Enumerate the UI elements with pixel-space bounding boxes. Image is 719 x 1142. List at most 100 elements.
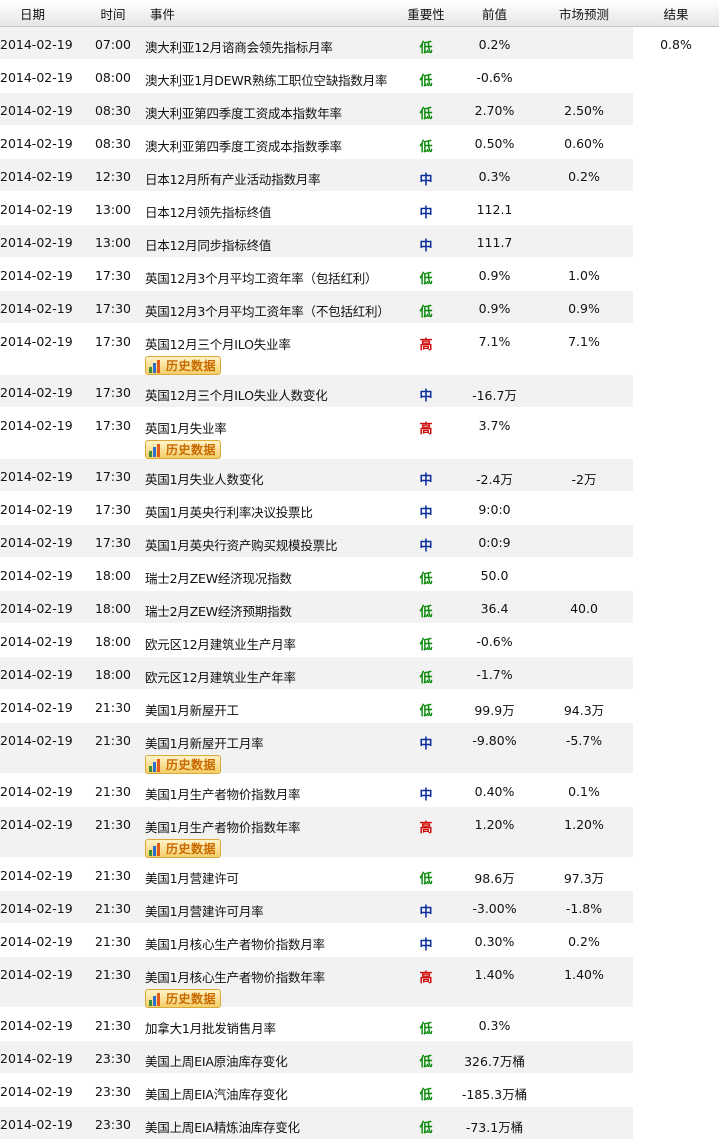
row-event: 英国12月三个月ILO失业率 历史数据 (138, 324, 398, 375)
row-time: 17:30 (88, 291, 138, 323)
row-importance: 中 (398, 375, 454, 407)
row-result (633, 1074, 719, 1106)
table-row: 2014-02-19 21:30 美国1月生产者物价指数月率 中 0.40% 0.1% (0, 774, 719, 807)
row-result (633, 126, 719, 158)
table-row: 2014-02-19 18:00 瑞士2月ZEW经济预期指数 低 36.4 40.0 (0, 591, 719, 624)
row-event: 瑞士2月ZEW经济现况指数 (138, 558, 398, 590)
row-result (633, 192, 719, 224)
importance-badge: 高 (419, 821, 433, 836)
row-event: 美国1月核心生产者物价指数年率 历史数据 (138, 957, 398, 1008)
table-row: 2014-02-19 17:30 英国1月英央行利率决议投票比 中 9:0:0 (0, 492, 719, 525)
header-date[interactable]: 日期 (0, 0, 88, 26)
row-forecast (535, 1074, 633, 1106)
row-event: 瑞士2月ZEW经济预期指数 (138, 591, 398, 623)
row-date: 2014-02-19 (0, 657, 88, 689)
row-time: 21:30 (88, 723, 138, 773)
history-data-button[interactable]: 历史数据 (145, 356, 221, 375)
row-event: 澳大利亚第四季度工资成本指数年率 (138, 93, 398, 125)
row-event: 美国1月生产者物价指数月率 (138, 774, 398, 806)
row-importance: 低 (398, 1074, 454, 1106)
row-previous: 0.9% (454, 291, 535, 323)
table-row: 2014-02-19 18:00 欧元区12月建筑业生产年率 低 -1.7% (0, 657, 719, 690)
row-forecast (535, 192, 633, 224)
row-time: 17:30 (88, 459, 138, 491)
history-data-label: 历史数据 (166, 359, 217, 373)
event-name: 美国上周EIA原油库存变化 (145, 1054, 288, 1069)
row-time: 21:30 (94, 868, 132, 883)
history-data-button[interactable]: 历史数据 (145, 839, 221, 858)
history-data-button[interactable]: 历史数据 (145, 440, 221, 459)
row-time: 21:30 (88, 957, 138, 1007)
bar-chart-icon (149, 758, 163, 772)
row-importance: 低 (398, 291, 454, 323)
importance-badge: 低 (419, 140, 433, 155)
importance-badge: 低 (419, 1088, 433, 1103)
row-previous: 9:0:0 (478, 502, 511, 517)
table-row: 2014-02-19 17:30 英国1月失业人数变化 中 -2.4万 -2万 (0, 459, 719, 492)
row-event: 澳大利亚12月谘商会领先指标月率 (138, 27, 398, 59)
row-previous: 0:0:9 (454, 525, 535, 557)
row-result (633, 93, 719, 125)
table-row: 2014-02-19 21:30 美国1月营建许可 低 98.6万 97.3万 (0, 858, 719, 891)
row-date: 2014-02-19 (0, 291, 88, 323)
table-row: 2014-02-19 21:30 美国1月新屋开工月率 历史数据中 -9.80% -5.7… (0, 723, 719, 774)
row-forecast: 1.40% (535, 957, 633, 1007)
row-result (633, 858, 719, 890)
row-importance: 低 (398, 60, 454, 92)
row-event: 澳大利亚1月DEWR熟练工职位空缺指数月率 (138, 60, 398, 92)
row-time: 08:30 (94, 136, 132, 151)
row-time: 18:00 (88, 591, 138, 623)
row-date: 2014-02-19 (0, 418, 73, 433)
row-result (633, 1107, 719, 1139)
importance-badge: 低 (419, 74, 433, 89)
row-importance: 中 (398, 924, 454, 956)
importance-badge: 高 (419, 971, 433, 986)
header-importance[interactable]: 重要性 (398, 0, 454, 26)
row-previous: -16.7万 (454, 375, 535, 407)
row-event: 欧元区12月建筑业生产月率 (138, 624, 398, 656)
event-name: 澳大利亚12月谘商会领先指标月率 (145, 40, 333, 55)
row-previous: 0.2% (454, 27, 535, 59)
importance-badge: 中 (419, 506, 433, 521)
row-event: 澳大利亚第四季度工资成本指数季率 (138, 126, 398, 158)
row-result (633, 624, 719, 656)
header-event[interactable]: 事件 (138, 0, 398, 26)
row-previous: 112.1 (476, 202, 513, 217)
importance-badge: 中 (419, 539, 433, 554)
row-forecast (535, 624, 633, 656)
row-time: 23:30 (88, 1041, 138, 1073)
row-previous: 0.9% (478, 268, 511, 283)
row-previous: -1.7% (454, 657, 535, 689)
row-date: 2014-02-19 (0, 70, 73, 85)
row-previous: -73.1万桶 (454, 1107, 535, 1139)
row-date: 2014-02-19 (0, 27, 88, 59)
event-name: 英国1月英央行利率决议投票比 (145, 505, 313, 520)
header-result[interactable]: 结果 (633, 0, 719, 26)
row-importance: 中 (398, 525, 454, 557)
history-data-button[interactable]: 历史数据 (145, 755, 221, 774)
row-importance: 低 (398, 690, 454, 722)
row-time: 17:30 (94, 502, 132, 517)
row-date: 2014-02-19 (0, 807, 88, 857)
header-previous[interactable]: 前值 (454, 0, 535, 26)
row-time: 08:30 (88, 93, 138, 125)
header-forecast[interactable]: 市场预测 (535, 0, 633, 26)
row-importance: 高 (398, 408, 454, 458)
row-date: 2014-02-19 (0, 568, 73, 583)
event-name: 澳大利亚第四季度工资成本指数年率 (145, 106, 342, 121)
row-event: 美国上周EIA汽油库存变化 (138, 1074, 398, 1106)
history-data-label: 历史数据 (166, 842, 217, 856)
row-previous: 1.40% (454, 957, 535, 1007)
row-importance: 中 (398, 192, 454, 224)
row-importance: 低 (398, 858, 454, 890)
row-result (633, 591, 719, 623)
row-importance: 低 (398, 624, 454, 656)
row-date: 2014-02-19 (0, 634, 73, 649)
event-name: 欧元区12月建筑业生产月率 (145, 637, 296, 652)
history-data-button[interactable]: 历史数据 (145, 989, 221, 1008)
header-time[interactable]: 时间 (88, 0, 138, 26)
row-forecast (535, 558, 633, 590)
row-time: 13:00 (88, 225, 138, 257)
table-row: 2014-02-19 13:00 日本12月领先指标终值 中 112.1 (0, 192, 719, 225)
row-result (633, 774, 719, 806)
